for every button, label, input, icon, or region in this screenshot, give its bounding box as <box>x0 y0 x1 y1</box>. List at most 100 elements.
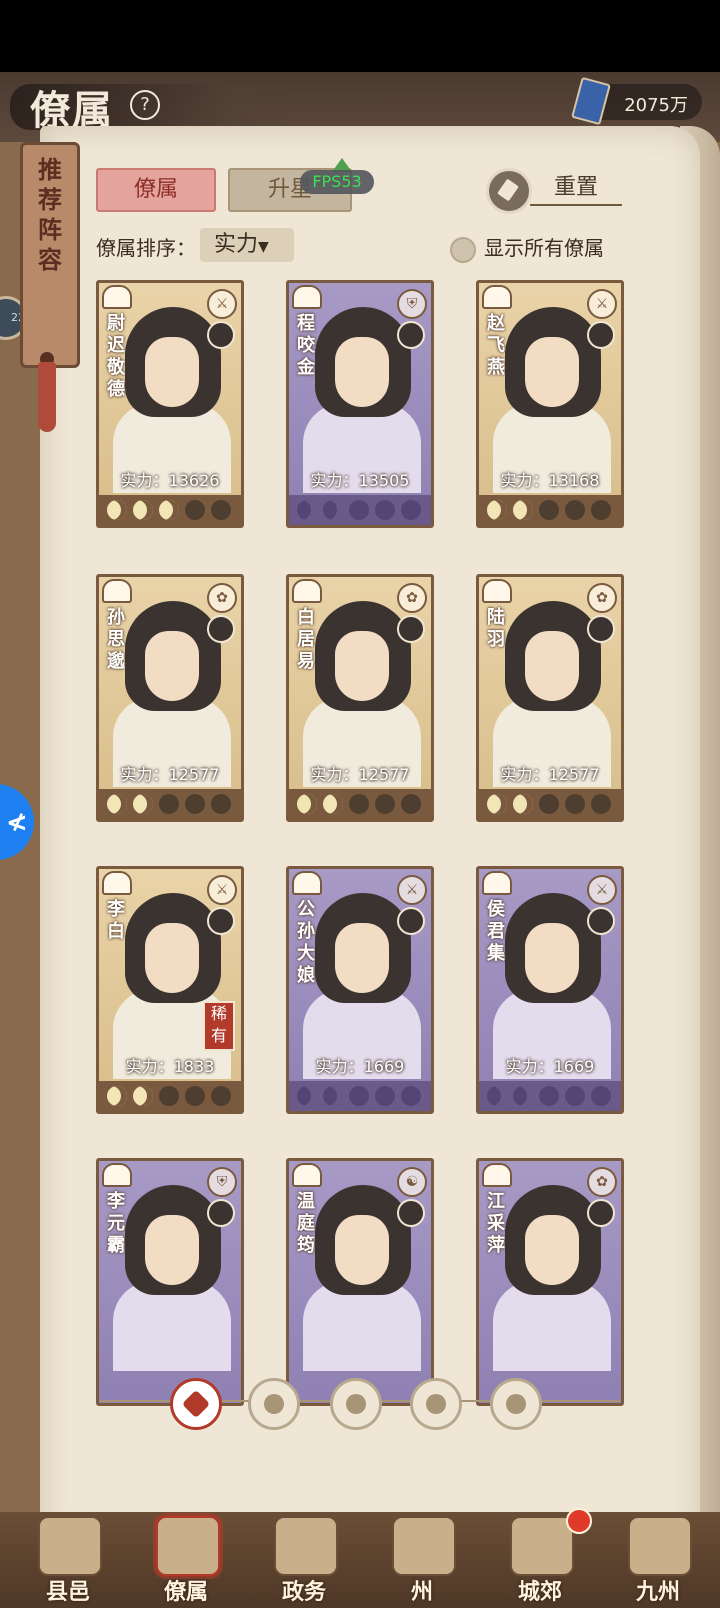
retainer-name: 李白 <box>107 899 125 942</box>
assistant-icon: ≮ <box>6 808 28 838</box>
nav-building-icon <box>156 1516 220 1576</box>
retainer-name: 侯君集 <box>487 899 505 964</box>
retainer-card[interactable]: ✿ 白居易 实力：12577 <box>286 574 434 822</box>
mini-avatar <box>207 615 235 643</box>
nav-item[interactable]: 僚属 <box>136 1512 236 1608</box>
star-rank <box>479 789 621 819</box>
all-filter-icon[interactable] <box>170 1378 222 1430</box>
sort-dropdown[interactable]: 实力▼ <box>200 228 294 262</box>
moon-star-icon <box>133 794 153 814</box>
portrait-face <box>145 923 199 993</box>
retainer-card[interactable]: ⚔ 尉迟敬德 实力：13626 <box>96 280 244 528</box>
star-rank <box>99 1081 241 1111</box>
nav-item[interactable]: 州 <box>372 1512 472 1608</box>
moon-star-icon <box>349 500 369 520</box>
mini-avatar <box>587 615 615 643</box>
retainer-name: 李元霸 <box>107 1191 125 1256</box>
role-icon: ⛨ <box>207 1167 237 1197</box>
recommended-lineup-button[interactable]: 推荐阵容 <box>20 142 80 368</box>
moon-star-icon <box>185 500 205 520</box>
role-icon: ☯ <box>397 1167 427 1197</box>
filter-glyph <box>426 1394 446 1414</box>
role-icon: ⚔ <box>397 875 427 905</box>
retainer-card[interactable]: ✿ 陆羽 实力：12577 <box>476 574 624 822</box>
mini-avatar <box>207 321 235 349</box>
faction-icon <box>292 871 322 895</box>
retainer-card[interactable]: ⛨ 李元霸 <box>96 1158 244 1406</box>
portrait-face <box>335 1215 389 1285</box>
mini-avatar <box>587 321 615 349</box>
mini-avatar <box>587 907 615 935</box>
role-icon: ⚔ <box>207 289 237 319</box>
moon-star-icon <box>159 1086 179 1106</box>
nav-label: 九州 <box>635 1579 680 1605</box>
moon-star-icon <box>513 794 533 814</box>
show-all-radio[interactable] <box>450 236 476 263</box>
reset-icon[interactable] <box>486 168 532 214</box>
monkey-filter-icon[interactable] <box>490 1378 542 1430</box>
star-rank <box>289 1081 431 1111</box>
floating-assistant-button[interactable]: ≮ <box>0 784 34 860</box>
moon-star-icon <box>185 794 205 814</box>
portrait-face <box>525 631 579 701</box>
moon-star-icon <box>375 500 395 520</box>
retainer-card[interactable]: ☯ 温庭筠 <box>286 1158 434 1406</box>
moon-star-icon <box>401 500 421 520</box>
notification-dot <box>566 1508 592 1534</box>
retainer-card[interactable]: ✿ 江采萍 <box>476 1158 624 1406</box>
moon-star-icon <box>591 500 611 520</box>
faction-icon <box>292 579 322 603</box>
reset-button[interactable]: 重置 <box>530 172 622 206</box>
moon-star-icon <box>565 1086 585 1106</box>
mini-avatar <box>587 1199 615 1227</box>
tab-retainers[interactable]: 僚属 <box>96 168 216 212</box>
retainer-power: 实力：13168 <box>500 471 600 490</box>
mini-avatar <box>397 1199 425 1227</box>
portrait-face <box>525 1215 579 1285</box>
nav-label: 僚属 <box>163 1579 208 1605</box>
retainer-card[interactable]: ⚔ 赵飞燕 实力：13168 <box>476 280 624 528</box>
moon-star-icon <box>133 500 153 520</box>
moon-star-icon <box>539 794 559 814</box>
filter-glyph <box>506 1394 526 1414</box>
moon-star-icon <box>591 1086 611 1106</box>
nav-item[interactable]: 九州 <box>608 1512 708 1608</box>
moon-star-icon <box>487 1086 507 1106</box>
filter-glyph <box>181 1389 211 1419</box>
nav-item[interactable]: 县邑 <box>18 1512 118 1608</box>
show-all-label: 显示所有僚属 <box>484 236 604 260</box>
cat-filter-icon[interactable] <box>330 1378 382 1430</box>
moon-star-icon <box>211 500 231 520</box>
nav-item[interactable]: 政务 <box>254 1512 354 1608</box>
portrait-face <box>335 337 389 407</box>
moon-star-icon <box>297 500 317 520</box>
role-icon: ✿ <box>587 583 617 613</box>
portrait-face <box>145 337 199 407</box>
moon-star-icon <box>323 500 343 520</box>
retainer-card[interactable]: ⛨ 程咬金 实力：13505 <box>286 280 434 528</box>
moon-star-icon <box>375 1086 395 1106</box>
moon-star-icon <box>107 500 127 520</box>
retainer-card[interactable]: ⚔ 公孙大娘 实力：1669 <box>286 866 434 1114</box>
moon-star-icon <box>487 794 507 814</box>
moon-star-icon <box>487 500 507 520</box>
fan-filter-icon[interactable] <box>410 1378 462 1430</box>
portrait-face <box>335 923 389 993</box>
help-button[interactable]: ? <box>130 90 160 120</box>
currency-display[interactable]: 2075万 <box>571 76 702 126</box>
retainer-card[interactable]: ✿ 孙思邈 实力：12577 <box>96 574 244 822</box>
show-all-toggle[interactable]: 显示所有僚属 <box>450 232 604 263</box>
portrait-face <box>145 1215 199 1285</box>
filter-glyph <box>346 1394 366 1414</box>
retainer-name: 赵飞燕 <box>487 313 505 378</box>
retainer-power: 实力：13626 <box>120 471 220 490</box>
retainer-card[interactable]: ⚔ 李白 稀有 实力：1833 <box>96 866 244 1114</box>
moon-star-icon <box>211 1086 231 1106</box>
hat-filter-icon[interactable] <box>248 1378 300 1430</box>
moon-star-icon <box>539 500 559 520</box>
nav-building-icon <box>274 1516 338 1576</box>
retainer-power: 实力：12577 <box>310 765 410 784</box>
retainer-card[interactable]: ⚔ 侯君集 实力：1669 <box>476 866 624 1114</box>
recommended-lineup-label: 推荐阵容 <box>38 155 62 274</box>
retainer-name: 温庭筠 <box>297 1191 315 1256</box>
